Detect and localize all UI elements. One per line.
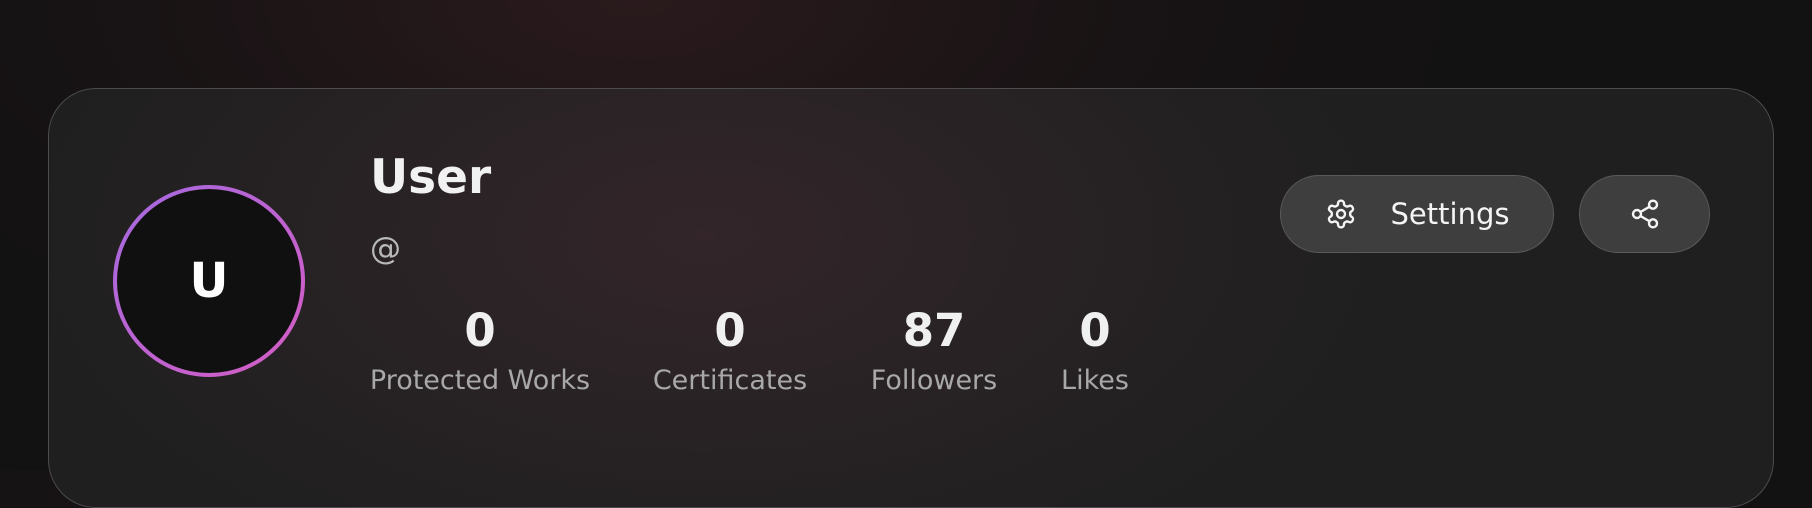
profile-card	[48, 88, 1774, 508]
share-button[interactable]	[1579, 175, 1710, 253]
stat-value: 87	[902, 304, 966, 357]
stat-label: Protected Works	[369, 365, 591, 396]
stat-value: 0	[464, 304, 496, 357]
profile-name: User	[370, 150, 492, 205]
stat-protected-works: 0 Protected Works	[370, 308, 590, 394]
settings-label: Settings	[1390, 197, 1510, 231]
stat-value: 0	[714, 304, 746, 357]
stat-label: Certificates	[652, 365, 808, 396]
stat-label: Followers	[870, 365, 998, 396]
avatar-initial: U	[117, 189, 301, 373]
profile-handle: @	[370, 231, 401, 267]
gear-icon	[1325, 198, 1357, 230]
stat-label: Likes	[1061, 365, 1129, 396]
avatar: U	[113, 185, 305, 377]
stat-value: 0	[1079, 304, 1111, 357]
settings-button[interactable]: Settings	[1280, 175, 1554, 253]
share-icon	[1629, 198, 1661, 230]
stat-followers: 87 Followers	[866, 308, 1002, 394]
stat-likes: 0 Likes	[1055, 308, 1135, 394]
stat-certificates: 0 Certificates	[650, 308, 810, 394]
